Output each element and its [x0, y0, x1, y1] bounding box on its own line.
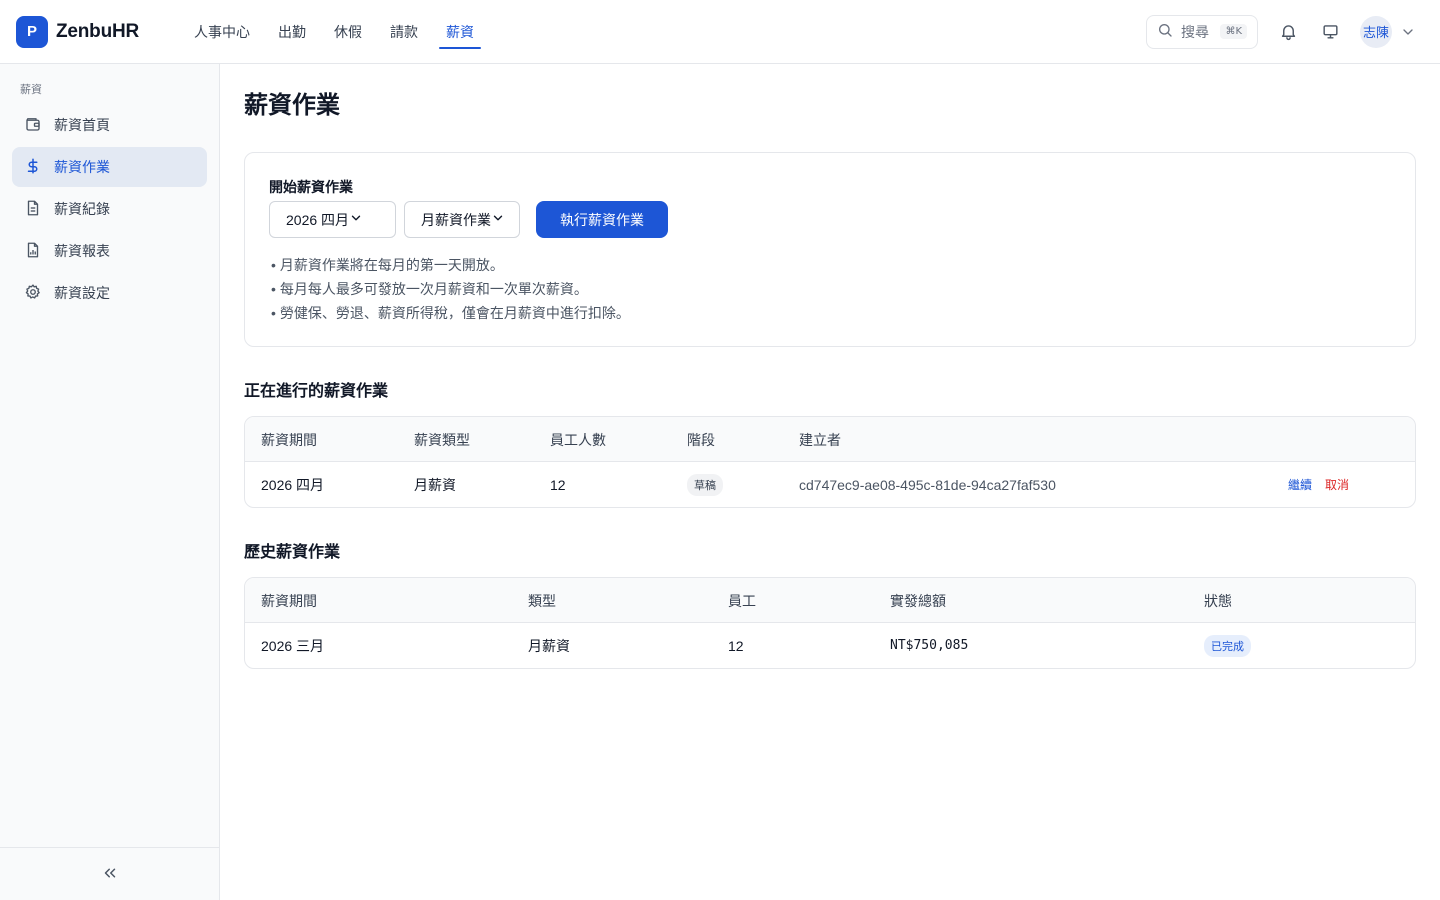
note-item: 每月每人最多可發放一次月薪資和一次單次薪資。 [271, 277, 1391, 301]
status-badge: 已完成 [1204, 634, 1251, 657]
column-header: 員工人數 [550, 431, 606, 448]
sidebar-item-payroll-home[interactable]: 薪資首頁 [12, 105, 207, 145]
run-payroll-button[interactable]: 執行薪資作業 [536, 201, 668, 238]
employees-cell: 12 [550, 476, 566, 493]
page-title: 薪資作業 [244, 92, 340, 119]
column-header: 建立者 [799, 431, 841, 448]
top-right-actions: 搜尋 ⌘K 志陳 [1146, 14, 1440, 49]
note-item: 勞健保、勞退、薪資所得稅，僅會在月薪資中進行扣除。 [271, 301, 1391, 325]
active-runs-title: 正在進行的薪資作業 [244, 383, 389, 400]
document-icon [24, 199, 42, 220]
period-select-value: 2026 四月 [286, 211, 350, 228]
sidebar-item-payroll-records[interactable]: 薪資紀錄 [12, 189, 207, 229]
sidebar: 薪資 薪資首頁 薪資作業 薪資紀錄 薪資報表 薪資設定 [0, 64, 220, 900]
column-header: 薪資類型 [414, 431, 470, 448]
status-cell: 已完成 [1204, 623, 1251, 668]
topnav-item-hr[interactable]: 人事中心 [180, 0, 264, 64]
row-actions: 繼續 取消 [1288, 462, 1349, 507]
sidebar-item-label: 薪資作業 [54, 159, 110, 175]
report-icon [24, 241, 42, 262]
monitor-icon[interactable] [1318, 20, 1342, 44]
note-item: 月薪資作業將在每月的第一天開放。 [271, 253, 1391, 277]
dollar-icon [24, 157, 42, 178]
table-header: 薪資期間 類型 員工 實發總額 狀態 [245, 578, 1415, 623]
employees-cell: 12 [728, 637, 744, 654]
period-cell: 2026 四月 [261, 476, 325, 493]
sidebar-list: 薪資首頁 薪資作業 薪資紀錄 薪資報表 薪資設定 [0, 105, 219, 313]
chevron-down-icon [491, 211, 505, 228]
sidebar-item-label: 薪資報表 [54, 243, 110, 259]
start-payroll-controls: 2026 四月 月薪資作業 執行薪資作業 [269, 201, 1391, 238]
payroll-notes: 月薪資作業將在每月的第一天開放。 每月每人最多可發放一次月薪資和一次單次薪資。 … [269, 253, 1391, 325]
search-shortcut: ⌘K [1220, 24, 1247, 39]
sidebar-item-label: 薪資首頁 [54, 117, 110, 133]
column-header: 階段 [687, 431, 715, 448]
topnav-item-expense[interactable]: 請款 [376, 0, 432, 64]
payroll-type-select-value: 月薪資作業 [421, 211, 491, 228]
search-label: 搜尋 [1181, 23, 1209, 40]
column-header: 類型 [528, 592, 556, 609]
wallet-icon [24, 115, 42, 136]
column-header: 薪資期間 [261, 431, 317, 448]
search-button[interactable]: 搜尋 ⌘K [1146, 14, 1258, 49]
top-nav: 人事中心 出勤 休假 請款 薪資 [180, 0, 488, 64]
gear-icon [24, 283, 42, 304]
active-runs-table: 薪資期間 薪資類型 員工人數 階段 建立者 2026 四月 月薪資 12 草稿 … [244, 416, 1416, 508]
column-header: 薪資期間 [261, 592, 317, 609]
sidebar-item-label: 薪資紀錄 [54, 201, 110, 217]
net-total-cell: NT$750,085 [890, 638, 969, 653]
avatar[interactable]: 志陳 [1360, 15, 1392, 48]
payroll-type-select[interactable]: 月薪資作業 [404, 201, 520, 238]
type-cell: 月薪資 [414, 476, 456, 493]
top-bar: P ZenbuHR 人事中心 出勤 休假 請款 薪資 搜尋 ⌘K 志陳 [0, 0, 1440, 64]
sidebar-item-payroll-reports[interactable]: 薪資報表 [12, 231, 207, 271]
table-header: 薪資期間 薪資類型 員工人數 階段 建立者 [245, 417, 1415, 462]
sidebar-item-payroll-settings[interactable]: 薪資設定 [12, 273, 207, 313]
sidebar-item-label: 薪資設定 [54, 285, 110, 301]
chevron-down-icon[interactable] [1400, 24, 1416, 40]
chevrons-left-icon [101, 864, 119, 885]
continue-button[interactable]: 繼續 [1288, 476, 1312, 493]
brand[interactable]: P ZenbuHR [16, 15, 156, 48]
type-cell: 月薪資 [528, 637, 570, 654]
period-select[interactable]: 2026 四月 [269, 201, 396, 238]
status-badge: 草稿 [687, 473, 723, 496]
brand-name: ZenbuHR [56, 20, 140, 42]
column-header: 實發總額 [890, 592, 946, 609]
table-row[interactable]: 2026 三月 月薪資 12 NT$750,085 已完成 [245, 623, 1415, 668]
history-runs-table: 薪資期間 類型 員工 實發總額 狀態 2026 三月 月薪資 12 NT$750… [244, 577, 1416, 669]
main-content: 薪資作業 開始薪資作業 2026 四月 月薪資作業 執行薪資作業 月薪資作業將在… [244, 64, 1416, 669]
sidebar-item-payroll-run[interactable]: 薪資作業 [12, 147, 207, 187]
chevron-down-icon [349, 211, 363, 228]
period-cell: 2026 三月 [261, 637, 325, 654]
brand-logo: P [16, 15, 48, 48]
column-header: 員工 [728, 592, 756, 609]
creator-cell: cd747ec9-ae08-495c-81de-94ca27faf530 [799, 476, 1056, 493]
topnav-item-leave[interactable]: 休假 [320, 0, 376, 64]
search-icon [1157, 22, 1173, 41]
history-runs-title: 歷史薪資作業 [244, 544, 341, 561]
start-payroll-label: 開始薪資作業 [269, 179, 353, 195]
column-header: 狀態 [1204, 592, 1232, 609]
table-row: 2026 四月 月薪資 12 草稿 cd747ec9-ae08-495c-81d… [245, 462, 1415, 507]
topnav-item-attendance[interactable]: 出勤 [264, 0, 320, 64]
stage-cell: 草稿 [687, 462, 723, 507]
topnav-item-payroll[interactable]: 薪資 [432, 0, 488, 64]
cancel-button[interactable]: 取消 [1325, 476, 1349, 493]
bell-icon[interactable] [1276, 20, 1300, 44]
start-payroll-card: 開始薪資作業 2026 四月 月薪資作業 執行薪資作業 月薪資作業將在每月的第一… [244, 152, 1416, 347]
sidebar-section-title: 薪資 [20, 84, 42, 96]
collapse-sidebar-button[interactable] [0, 847, 219, 900]
